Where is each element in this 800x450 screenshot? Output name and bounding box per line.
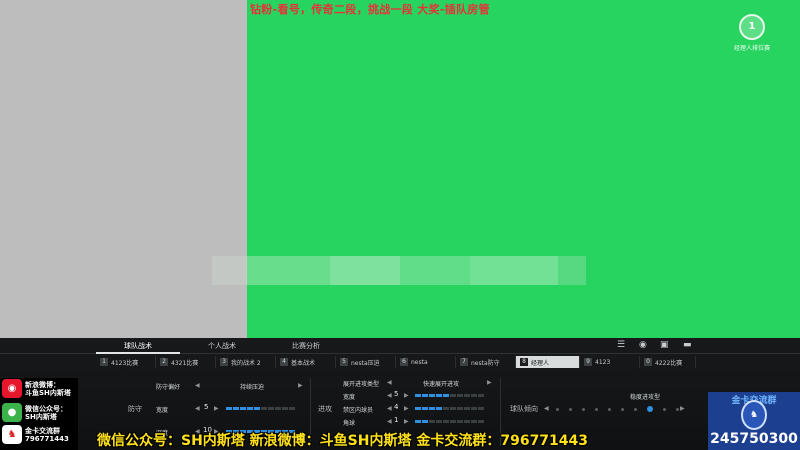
green-screen-area (247, 0, 800, 338)
preset-4[interactable]: 4 基本战术 (276, 356, 336, 368)
buildup-type-label: 展开进攻类型 (343, 381, 380, 388)
box-players-right-arrow[interactable]: ▶ (404, 405, 409, 412)
eye-icon[interactable]: ◉ (639, 340, 647, 350)
preset-9[interactable]: 9 4123 (580, 356, 640, 368)
corners-right-arrow[interactable]: ▶ (404, 418, 409, 425)
defense-style-value: 持续压迫 (240, 384, 265, 391)
box-players-label: 禁区内球员 (343, 407, 374, 414)
box-players-slider[interactable] (415, 407, 484, 410)
wechat-icon: ● (2, 403, 22, 422)
buildup-right-arrow[interactable]: ▶ (487, 379, 492, 386)
defense-width-value: 5 (204, 403, 209, 411)
club-group-number: 245750300 (710, 431, 798, 447)
defense-width-right-arrow[interactable]: ▶ (214, 405, 219, 412)
team-tendency-type: 稳度进攻型 (630, 394, 661, 401)
attack-section-label: 进攻 (318, 405, 332, 413)
corners-value: 1 (394, 416, 399, 424)
stream-top-banner: 钻粉-看号，传奇二段，挑战一段 大奖-插队房管 (250, 3, 490, 16)
menu-icon[interactable]: ☰ (617, 340, 625, 350)
box-players-value: 4 (394, 403, 399, 411)
group-row: ♞ 金卡交流群 796771443 (2, 425, 69, 444)
corners-label: 角球 (343, 420, 356, 427)
preset-6[interactable]: 6 nesta (396, 356, 456, 368)
preset-8[interactable]: 8 经理人 (516, 356, 580, 368)
gray-video-area (0, 0, 247, 338)
preset-5[interactable]: 5 nesta压迫 (336, 356, 396, 368)
weibo-row: ◉ 新浪微博： 斗鱼SH内斯塔 (2, 379, 71, 398)
tendency-slider[interactable] (556, 406, 679, 412)
stream-bottom-overlay: 微信公众号：SH内斯塔 新浪微博：斗鱼SH内斯塔 金卡交流群：796771443 (97, 433, 589, 449)
buildup-type-value: 快速展开进攻 (423, 381, 460, 388)
corners-slider[interactable] (415, 420, 484, 423)
social-panel: ◉ 新浪微博： 斗鱼SH内斯塔 ● 微信公众号： SH内斯塔 ♞ 金卡交流群 7967… (0, 378, 78, 450)
team-tendency-label: 球队倾向 (510, 405, 538, 413)
defense-width-left-arrow[interactable]: ◀ (195, 405, 200, 412)
active-tab-indicator (96, 352, 180, 354)
club-group-box: 金卡交流群 ♞ 245750300 (708, 392, 800, 450)
attack-width-left-arrow[interactable]: ◀ (387, 392, 392, 399)
buildup-left-arrow[interactable]: ◀ (387, 379, 392, 386)
ranked-emblem-icon: 1 (739, 14, 765, 40)
weibo-icon: ◉ (2, 379, 22, 398)
tendency-right-arrow[interactable]: ▶ (680, 405, 685, 412)
attack-width-label: 宽度 (343, 394, 356, 401)
pixelated-overlay (212, 256, 586, 285)
chelsea-icon: ♞ (2, 425, 22, 444)
tactic-presets: 1 4123比赛 2 4321比赛 3 我的战术 2 4 基本战术 5 nesta压迫 6… (96, 356, 696, 368)
main-tabs: 球队战术 个人战术 比赛分析 ☰ ◉ ▣ ▬ (0, 338, 800, 354)
tab-match-analysis[interactable]: 比赛分析 (292, 341, 320, 351)
defense-style-left-arrow[interactable]: ◀ (195, 382, 200, 389)
minimize-icon[interactable]: ▬ (683, 340, 692, 350)
defense-style-label: 防守偏好 (156, 384, 181, 391)
attack-width-slider[interactable] (415, 394, 484, 397)
defense-section-label: 防守 (128, 405, 142, 413)
corners-left-arrow[interactable]: ◀ (387, 418, 392, 425)
defense-style-right-arrow[interactable]: ▶ (298, 382, 303, 389)
preset-2[interactable]: 2 4321比赛 (156, 356, 216, 368)
tendency-left-arrow[interactable]: ◀ (544, 405, 549, 412)
attack-width-right-arrow[interactable]: ▶ (404, 392, 409, 399)
tab-player-tactics[interactable]: 个人战术 (208, 341, 236, 351)
club-crest-icon: ♞ (741, 400, 767, 430)
manager-ranked-badge: 1 经理人排位赛 (728, 14, 776, 52)
ranked-label: 经理人排位赛 (733, 45, 770, 52)
wechat-row: ● 微信公众号： SH内斯塔 (2, 403, 67, 422)
save-icon[interactable]: ▣ (660, 340, 669, 350)
tab-team-tactics[interactable]: 球队战术 (124, 341, 152, 351)
preset-1[interactable]: 1 4123比赛 (96, 356, 156, 368)
box-players-left-arrow[interactable]: ◀ (387, 405, 392, 412)
defense-width-slider[interactable] (226, 407, 295, 410)
attack-width-value: 5 (394, 390, 399, 398)
preset-0[interactable]: 0 4222比赛 (640, 356, 696, 368)
preset-3[interactable]: 3 我的战术 2 (216, 356, 276, 368)
preset-7[interactable]: 7 nesta防守 (456, 356, 516, 368)
defense-width-label: 宽度 (156, 407, 169, 414)
